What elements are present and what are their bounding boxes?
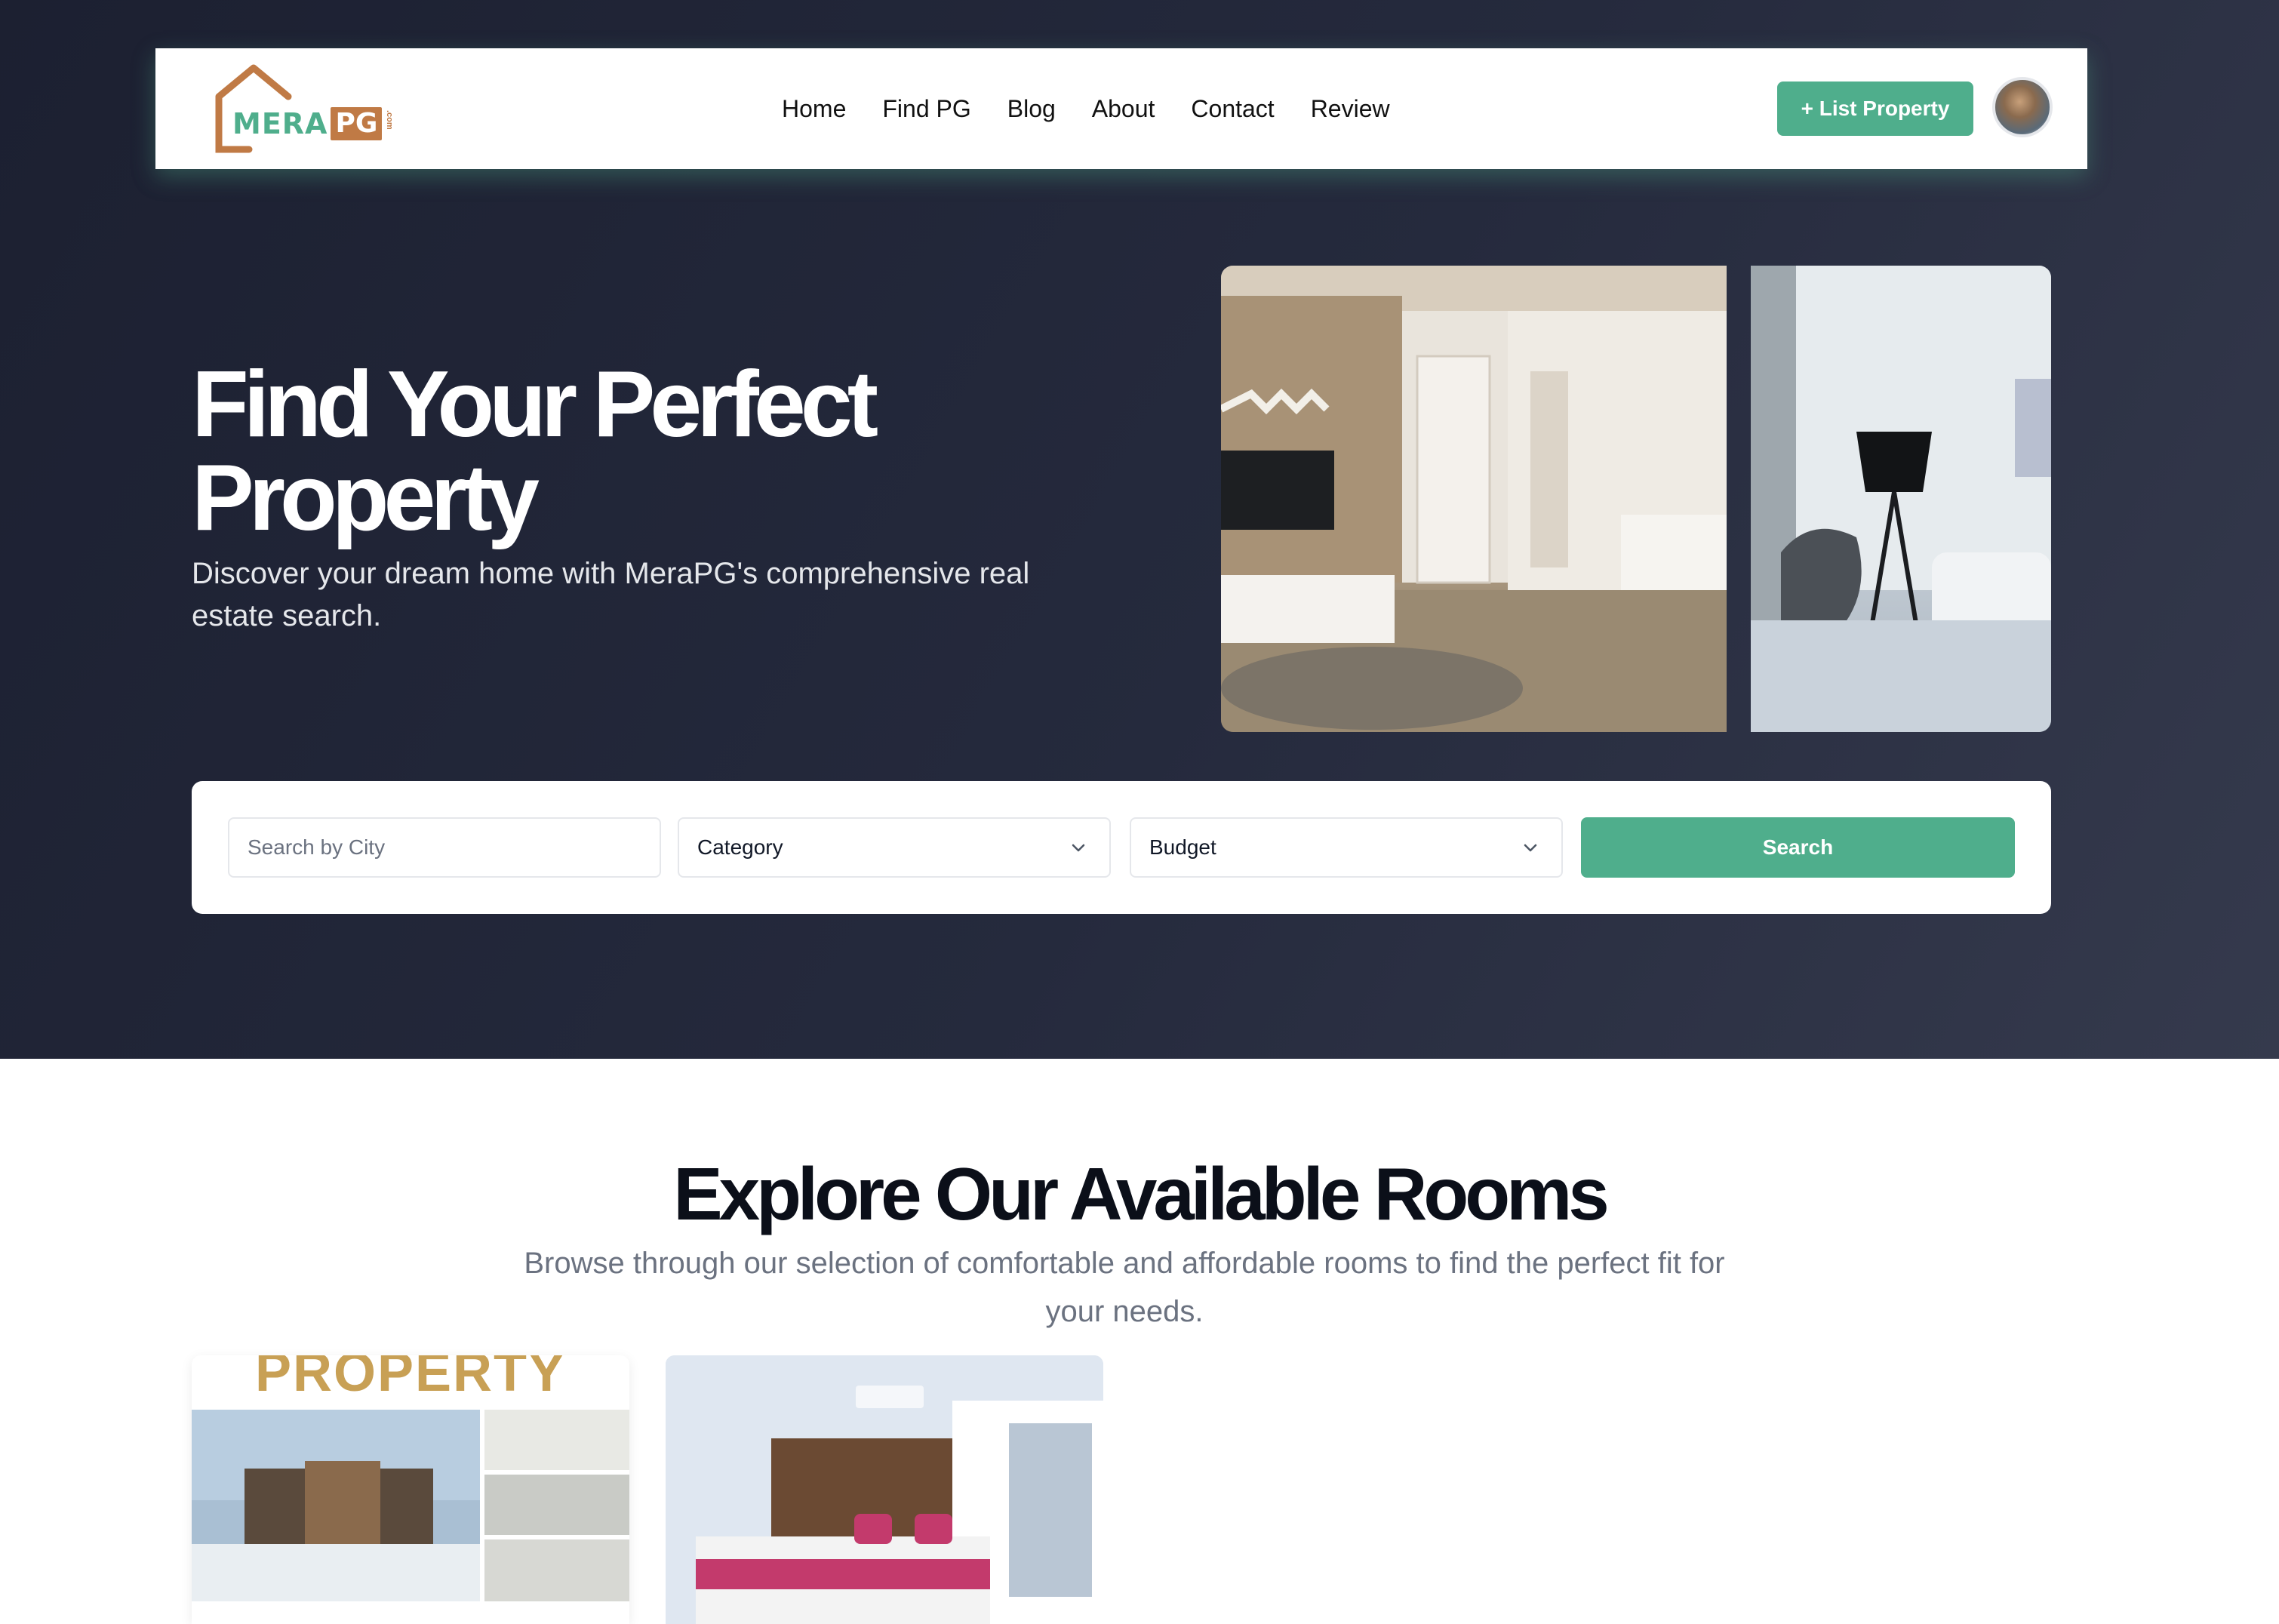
nav-link-blog[interactable]: Blog	[1007, 95, 1056, 122]
category-select-label: Category	[697, 835, 783, 859]
hero-section: MERA PG .com Home Find PG Blog About Con…	[0, 0, 2279, 1059]
hero-image-lounge	[1751, 266, 2051, 732]
budget-select-label: Budget	[1149, 835, 1216, 859]
category-select[interactable]: Category	[678, 817, 1111, 878]
navbar: MERA PG .com Home Find PG Blog About Con…	[155, 48, 2087, 169]
nav-link-home[interactable]: Home	[782, 95, 846, 122]
logo[interactable]: MERA PG .com	[213, 63, 401, 155]
logo-text-main: MERA	[232, 107, 328, 140]
user-avatar[interactable]	[1992, 77, 2053, 137]
chevron-down-icon	[1524, 844, 1537, 852]
list-property-button[interactable]: + List Property	[1777, 82, 1973, 136]
nav-link-about[interactable]: About	[1092, 95, 1155, 122]
explore-title: Explore Our Available Rooms	[673, 1152, 1610, 1235]
room-card[interactable]	[666, 1355, 1103, 1624]
hero-subtitle: Discover your dream home with MeraPG's c…	[192, 557, 1030, 632]
chevron-down-icon	[1072, 844, 1085, 852]
room-card-image	[192, 1410, 629, 1601]
logo-suffix: .com	[385, 110, 394, 130]
hero-image-living-room	[1221, 266, 1727, 732]
search-button[interactable]: Search	[1581, 817, 2015, 878]
nav-links: Home Find PG Blog About Contact Review	[782, 48, 1390, 169]
hero-title: Find Your Perfect Property	[192, 352, 878, 550]
nav-link-contact[interactable]: Contact	[1191, 95, 1274, 122]
nav-link-find-pg[interactable]: Find PG	[882, 95, 970, 122]
room-card[interactable]: PROPERTY	[192, 1355, 629, 1624]
search-card: Category Budget Search	[192, 781, 2051, 914]
explore-subtitle: Browse through our selection of comforta…	[524, 1247, 1725, 1328]
nav-link-review[interactable]: Review	[1311, 95, 1390, 122]
budget-select[interactable]: Budget	[1130, 817, 1563, 878]
logo-text-accent: PG	[331, 107, 383, 140]
city-search-input[interactable]	[228, 817, 661, 878]
room-card-image	[666, 1355, 1103, 1624]
